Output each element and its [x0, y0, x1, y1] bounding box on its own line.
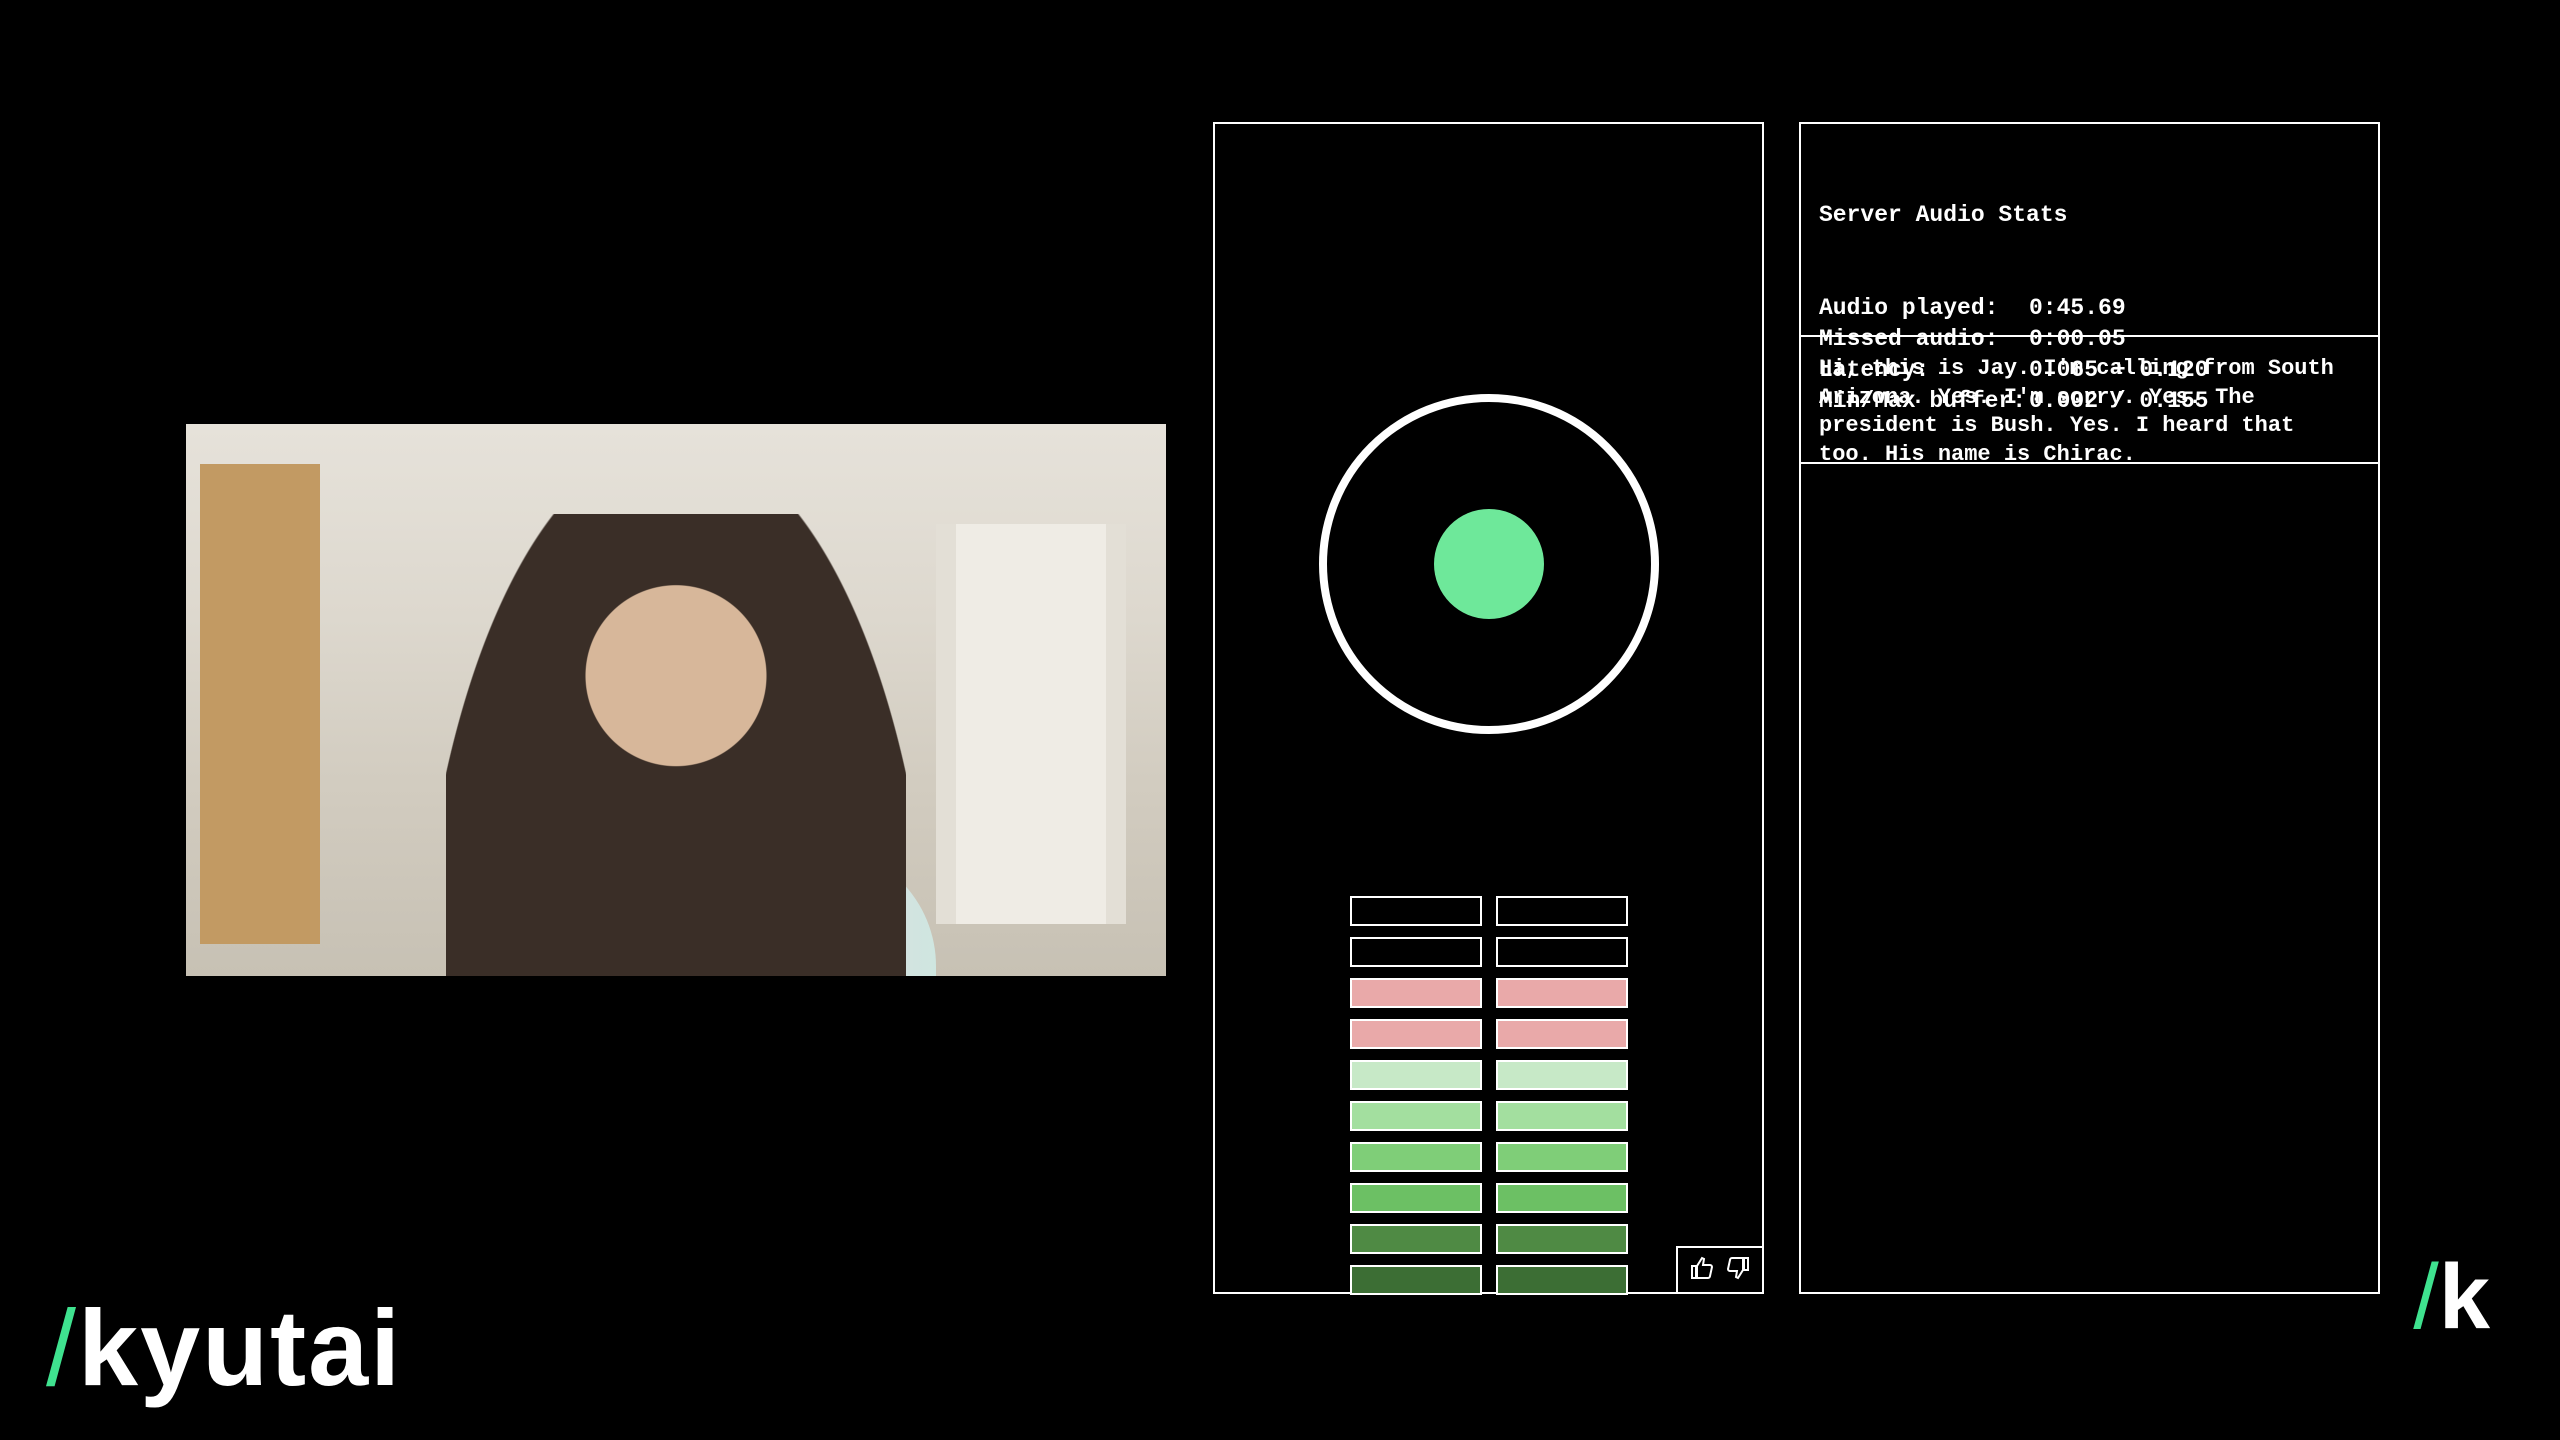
headphone-left-icon: [586, 724, 641, 814]
person-hair: [546, 584, 826, 904]
person-body: [446, 846, 936, 976]
vu-cell: [1350, 896, 1482, 926]
vu-meter: [1350, 896, 1628, 1295]
webcam-feed: [186, 424, 1166, 976]
brand-logo: JULY 23, 2024 / kyutai: [46, 1285, 402, 1410]
activity-ring-icon: [1319, 394, 1659, 734]
vu-cell: [1496, 937, 1628, 967]
vu-cell: [1496, 1224, 1628, 1254]
stats-value: 0:45.69: [2029, 293, 2126, 324]
vu-cell: [1496, 1019, 1628, 1049]
stats-row: Audio played:0:45.69: [1819, 293, 2360, 324]
thumbs-down-icon[interactable]: [1726, 1256, 1750, 1285]
vu-cell: [1350, 1060, 1482, 1090]
headphone-right-icon: [741, 724, 796, 814]
transcript-text: Hi, this is Jay. I'm calling from South …: [1819, 356, 2334, 467]
vu-cell: [1496, 896, 1628, 926]
vu-cell: [1496, 1060, 1628, 1090]
person-face: [616, 674, 766, 854]
vu-cell: [1496, 1142, 1628, 1172]
brand-short: k: [2439, 1245, 2490, 1350]
vu-cell: [1350, 937, 1482, 967]
slash-icon: /: [46, 1285, 78, 1410]
vu-cell: [1496, 1101, 1628, 1131]
vu-cell: [1350, 1224, 1482, 1254]
vu-cell: [1350, 1265, 1482, 1295]
stats-title: Server Audio Stats: [1819, 200, 2360, 231]
transcript-panel: Hi, this is Jay. I'm calling from South …: [1799, 335, 2380, 1294]
brand-name: kyutai: [78, 1285, 402, 1410]
slash-icon: /: [2413, 1245, 2439, 1350]
brand-mark: / k: [2413, 1245, 2490, 1350]
vu-cell: [1350, 1183, 1482, 1213]
feedback-bar: [1676, 1246, 1762, 1292]
vu-cell: [1350, 978, 1482, 1008]
thumbs-up-icon[interactable]: [1690, 1256, 1714, 1285]
vu-cell: [1350, 1142, 1482, 1172]
vu-cell: [1496, 1183, 1628, 1213]
room-shelf: [936, 524, 1126, 924]
vu-cell: [1496, 978, 1628, 1008]
vu-cell: [1350, 1019, 1482, 1049]
audio-panel: [1213, 122, 1764, 1294]
vu-cell: [1496, 1265, 1628, 1295]
activity-dot-icon: [1434, 509, 1544, 619]
vu-cell: [1350, 1101, 1482, 1131]
stats-label: Audio played:: [1819, 293, 2029, 324]
